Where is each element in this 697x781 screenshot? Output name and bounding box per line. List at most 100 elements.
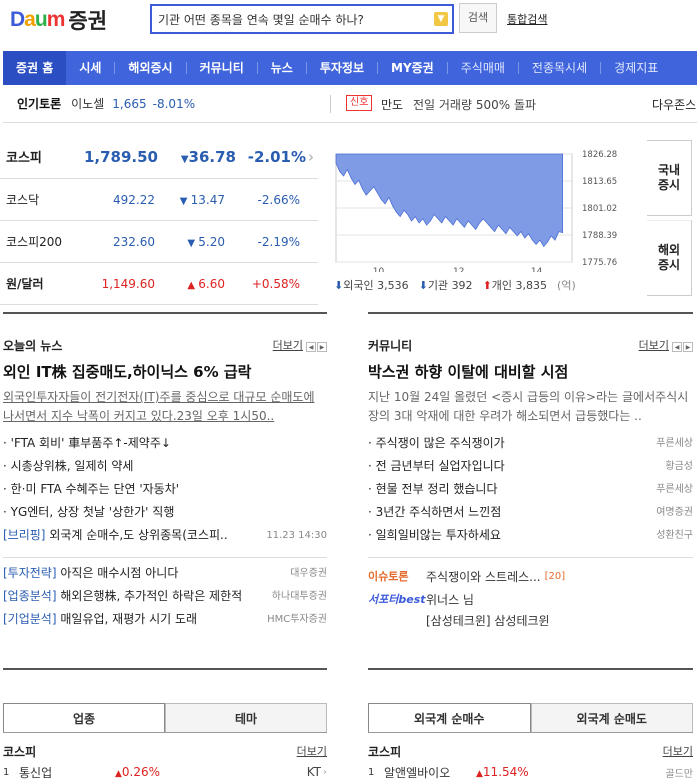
divider [3, 312, 327, 314]
issue-text: 주식쟁이와 스트레스... [426, 569, 541, 584]
daum-logo[interactable]: Daum 증권 [10, 6, 107, 34]
sector-panel: 업종 테마 코스피 더보기 1 통신업 ▲0.26% KT › [3, 703, 327, 781]
divider [368, 312, 693, 314]
logo-brand: Daum [10, 8, 65, 31]
prev-icon[interactable]: ◀ [672, 342, 682, 352]
list-item[interactable]: · 3년간 주식하면서 느낀점 여명증권 [368, 501, 693, 524]
down-arrow-icon: ▼ [180, 153, 189, 165]
dow-label[interactable]: 다우존스 [652, 96, 696, 113]
divider [368, 668, 693, 670]
list-item[interactable]: · 'FTA 회비' 車부품주↑-제약주↓ [3, 432, 327, 455]
list-item[interactable]: · 주식쟁이 많은 주식쟁이가 푸른세상 [368, 432, 693, 455]
index-value: 1,789.50 [83, 147, 158, 166]
news-headline[interactable]: 외인 IT株 집중매도,하이닉스 6% 급락 [3, 361, 327, 382]
list-item[interactable]: · 시총상위株, 일제히 약세 [3, 455, 327, 478]
next-icon[interactable]: ▶ [683, 342, 693, 352]
nav-econ[interactable]: 경제지표 [601, 51, 671, 85]
nav-home[interactable]: 증권 홈 [3, 51, 67, 85]
community-list: · 주식쟁이 많은 주식쟁이가 푸른세상 · 전 금년부터 실업자입니다 황금성 ·… [368, 432, 693, 547]
ticker-stock-value: 1,665 [112, 96, 147, 111]
y-tick-label: 1775.76 [582, 258, 617, 268]
report-list: [투자전략] 아직은 매수시점 아니다 대우증권 [업종분석] 해외은행株, 추가… [3, 562, 327, 631]
news-section: 오늘의 뉴스 더보기 ◀ ▶ 외인 IT株 집중매도,하이닉스 6% 급락 외국인투… [3, 337, 327, 631]
index-row-kospi200[interactable]: 코스피200 232.60 ▼ 5.20 -2.19% [0, 221, 318, 263]
issue-discussion[interactable]: 이슈토론 주식쟁이와 스트레스... [20] [368, 564, 693, 588]
nav-news[interactable]: 뉴스 [258, 51, 306, 85]
list-item[interactable]: [투자전략] 아직은 매수시점 아니다 대우증권 [3, 562, 327, 585]
tab-domestic-market[interactable]: 국내 증시 [647, 140, 692, 216]
community-headline[interactable]: 박스권 하향 이탈에 대비할 시점 [368, 361, 693, 382]
index-value: 232.60 [113, 234, 155, 249]
signal-text[interactable]: 전일 거래량 500% 돌파 [413, 96, 536, 113]
briefing-item[interactable]: [브리핑] 외국계 순매수,도 상위종목(코스피.. 11.23 14:30 [3, 524, 327, 547]
sector-more-link[interactable]: 더보기 [297, 743, 327, 759]
index-pct: -2.01% [247, 147, 306, 166]
y-tick-label: 1826.28 [582, 150, 617, 160]
search-dropdown-icon[interactable]: ▼ [434, 12, 448, 26]
prev-icon[interactable]: ◀ [306, 342, 316, 352]
tab-theme[interactable]: 테마 [165, 703, 327, 732]
list-item[interactable]: [업종분석] 해외은행株, 추가적인 하락은 제한적 하나대투증권 [3, 585, 327, 608]
flow-unit: (억) [557, 279, 576, 292]
flow-institution: ⬇기관 392 [418, 279, 473, 292]
community-more-link[interactable]: 더보기 [639, 339, 669, 352]
foreign-more-link[interactable]: 더보기 [663, 743, 693, 759]
down-arrow-icon: ⬇ [418, 279, 428, 292]
tab-foreign-sell[interactable]: 외국계 순매도 [530, 703, 693, 732]
supporter-company[interactable]: [삼성테크윈] 삼성테크윈 [368, 610, 693, 632]
nav-all-quotes[interactable]: 전종목시세 [519, 51, 600, 85]
ticker-stock-pct: -8.01% [152, 96, 196, 111]
index-name: 원/달러 [6, 277, 44, 291]
chevron-right-icon[interactable]: › [308, 148, 314, 166]
list-item[interactable]: · 한·미 FTA 수혜주는 단연 '자동차' [3, 478, 327, 501]
index-row-kospi[interactable]: 코스피 1,789.50 ▼36.78 -2.01% › [0, 135, 318, 179]
news-more-link[interactable]: 더보기 [273, 339, 303, 352]
nav-community[interactable]: 커뮤니티 [187, 51, 257, 85]
flow-individual: ⬆개인 3,835 [482, 279, 548, 292]
nav-my[interactable]: MY증권 [378, 51, 447, 85]
nav-quotes[interactable]: 시세 [66, 51, 114, 85]
signal-stock[interactable]: 만도 [381, 96, 403, 113]
market-label: 코스피 [368, 744, 402, 759]
table-row[interactable]: 1 알앤엘바이오 ▲11.54% 골드만 [368, 763, 693, 781]
x-tick-label: 10 [373, 267, 385, 272]
ticker-stock-name[interactable]: 이노셀 [71, 95, 104, 112]
divider [3, 668, 327, 670]
tab-sector[interactable]: 업종 [3, 703, 165, 732]
index-change: 36.78 [188, 147, 236, 166]
x-tick-label: 14 [531, 267, 543, 272]
y-tick-label: 1788.39 [582, 231, 617, 241]
x-tick-label: 12 [453, 267, 464, 272]
index-name: 코스닥 [6, 193, 40, 207]
index-row-kosdaq[interactable]: 코스닥 492.22 ▼ 13.47 -2.66% [0, 179, 318, 221]
y-tick-label: 1813.65 [582, 177, 617, 187]
tab-overseas-label: 해외 증시 [657, 243, 681, 272]
tab-overseas-market[interactable]: 해외 증시 [647, 220, 692, 296]
issue-label: 이슈토론 [368, 570, 409, 583]
tab-foreign-buy[interactable]: 외국계 순매수 [368, 703, 531, 732]
index-row-usdkrw[interactable]: 원/달러 1,149.60 ▲ 6.60 +0.58% [0, 263, 318, 305]
nav-trading[interactable]: 주식매매 [448, 51, 518, 85]
supporter-best[interactable]: 서포터best 위너스 님 [368, 588, 693, 610]
integrated-search-link[interactable]: 통합검색 [507, 11, 547, 27]
community-summary[interactable]: 지난 10월 24일 올렸던 <증시 급등의 이유>라는 글에서주식시장의 3대… [368, 388, 693, 426]
list-item[interactable]: · 일희일비않는 투자하세요 성환친구 [368, 524, 693, 547]
list-item[interactable]: · 전 금년부터 실업자입니다 황금성 [368, 455, 693, 478]
search-value: 기관 어떤 종목을 연속 몇일 순매수 하나? [158, 12, 364, 27]
index-table: 코스피 1,789.50 ▼36.78 -2.01% › 코스닥 492.22 … [0, 135, 318, 305]
nav-invest-info[interactable]: 투자정보 [307, 51, 377, 85]
search-input[interactable]: 기관 어떤 종목을 연속 몇일 순매수 하나? ▼ [150, 4, 454, 34]
table-row[interactable]: 1 통신업 ▲0.26% KT › [3, 763, 327, 781]
list-item[interactable]: · 현물 전부 정리 했습니다 푸른세상 [368, 478, 693, 501]
index-change: 6.60 [198, 276, 225, 291]
list-item[interactable]: · YG엔터, 상장 첫날 '상한가' 직행 [3, 501, 327, 524]
community-title: 커뮤니티 [368, 338, 413, 353]
flow-foreign: ⬇외국인 3,536 [334, 279, 409, 292]
search-button[interactable]: 검색 [459, 3, 497, 33]
nav-world[interactable]: 해외증시 [115, 51, 185, 85]
news-summary[interactable]: 외국인투자자들이 전기전자(IT)주를 중심으로 대규모 순매도에 나서면서 지… [3, 388, 327, 426]
news-list: · 'FTA 회비' 車부품주↑-제약주↓ · 시총상위株, 일제히 약세 · … [3, 432, 327, 547]
list-item[interactable]: [기업분석] 매일유업, 재평가 시기 도래 HMC투자증권 [3, 608, 327, 631]
kospi-intraday-chart[interactable]: 1826.28 1813.65 1801.02 1788.39 1775.76 10 12 1… [334, 148, 624, 272]
next-icon[interactable]: ▶ [317, 342, 327, 352]
